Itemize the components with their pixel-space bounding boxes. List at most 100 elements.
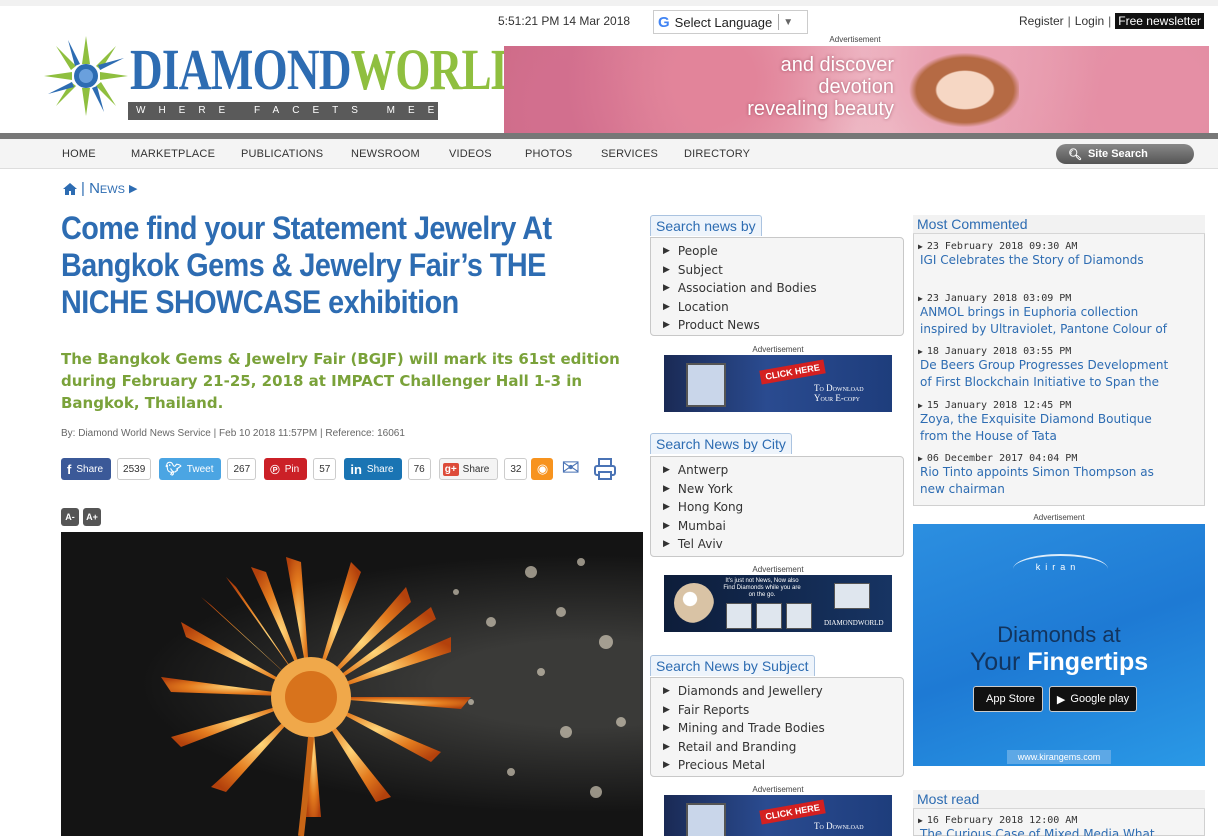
nav-directory[interactable]: Directory [684,148,750,160]
most-commented-link[interactable]: Zoya, the Exquisite Diamond Boutique fro… [918,411,1200,445]
logo-star-icon [44,36,128,116]
ecopy-ad-2[interactable]: CLICK HERE To Download [664,795,892,836]
city-mumbai[interactable]: ▶ Mumbai [663,517,903,536]
caret-right-icon: ▶ [663,686,670,696]
find-diamonds-ad[interactable]: It's just not News, Now also Find Diamon… [664,575,892,632]
ecopy-ad[interactable]: CLICK HERE To Download Your E-copy [664,355,892,412]
pinterest-share-button[interactable]: ℗ Pin [264,458,308,480]
ecopy-text: To Download [814,821,864,831]
ad-label: Advertisement [829,35,881,44]
most-commented-link[interactable]: ANMOL brings in Euphoria collection insp… [918,304,1200,338]
facebook-share-button[interactable]: f Share [61,458,112,480]
subject-precious-metal[interactable]: ▶ Precious Metal [663,756,903,775]
site-search-button[interactable]: 🔍︎ Site Search [1056,144,1194,164]
nav-home[interactable]: Home [62,148,96,160]
most-read-title: Most read [913,790,1205,809]
nav-publications[interactable]: Publications [241,148,323,160]
kiran-gems-ad[interactable]: kiran Diamonds at Your Fingertips App St… [913,524,1205,766]
register-link[interactable]: Register [1019,14,1064,28]
city-antwerp[interactable]: ▶ Antwerp [663,461,903,480]
logo-wordmark: DIAMONDWORLD [130,37,524,102]
ad-label: Advertisement [752,565,804,574]
caret-right-icon: ▶ [918,242,923,251]
account-links: Register | Login | Free newsletter [1019,13,1204,29]
banner-model-image [899,46,1019,134]
google-icon: G [658,13,670,31]
most-read-link[interactable]: The Curious Case of Mixed Media What... [918,826,1200,836]
search-by-product-news[interactable]: ▶ Product News [663,316,903,335]
most-commented-item[interactable]: ▶ 06 December 2017 04:04 PM Rio Tinto app… [918,453,1200,498]
nav-newsroom[interactable]: NewsRoom [351,148,420,160]
caret-right-icon: ▶ [128,183,138,195]
google-play-button[interactable]: ▶ Google play [1048,686,1138,712]
site-logo[interactable]: DIAMONDWORLD WHERE FACETS MEET [44,36,524,126]
search-icon: 🔍︎ [1068,148,1082,161]
search-by-association[interactable]: ▶ Association and Bodies [663,279,903,298]
most-commented-link[interactable]: Rio Tinto appoints Simon Thompson as new… [918,464,1200,498]
subject-retail-branding[interactable]: ▶ Retail and Branding [663,738,903,757]
article-hero-image [61,532,643,836]
font-decrease-button[interactable]: A- [61,508,79,526]
nav-services[interactable]: Services [601,148,658,160]
linkedin-share-button[interactable]: in Share [344,458,402,480]
nav-photos[interactable]: Photos [525,148,572,160]
twitter-share-count: 267 [227,458,257,480]
search-news-by-city-title: Search News by City [650,433,792,454]
caret-right-icon: ▶ [663,539,670,549]
ecopy-screen-image [686,363,726,407]
ad-label: Advertisement [752,345,804,354]
most-commented-link[interactable]: De Beers Group Progresses Development of… [918,357,1200,391]
rss-icon[interactable]: ◉ [531,458,554,480]
google-plus-share-button[interactable]: g+ Share [438,458,499,480]
home-icon[interactable] [63,182,77,195]
font-size-controls: A- A+ [61,508,101,526]
login-link[interactable]: Login [1075,14,1104,28]
banner-text: and discover devotion revealing beauty [747,54,894,120]
breadcrumb-news[interactable]: News [89,180,125,197]
article-standfirst: The Bangkok Gems & Jewelry Fair (BGJF) w… [61,350,620,412]
ecopy-text: To Download Your E-copy [814,383,864,403]
google-plus-icon: g+ [442,462,459,476]
most-commented-link[interactable]: IGI Celebrates the Story of Diamonds [918,252,1200,286]
twitter-share-button[interactable]: 🐦︎ Tweet [159,458,222,480]
linkedin-share-count: 76 [407,458,431,480]
email-icon[interactable]: ✉ [561,457,587,480]
most-read-item[interactable]: ▶ 16 February 2018 12:00 AM The Curious C… [918,815,1200,836]
caret-right-icon: ▶ [918,454,923,463]
chevron-down-icon: ▼ [783,16,794,28]
search-news-by-box: ▶ People ▶ Subject ▶ Association and Bodies… [650,237,904,336]
caret-right-icon: ▶ [918,401,923,410]
nav-marketplace[interactable]: Marketplace [131,148,215,160]
newsletter-link[interactable]: Free newsletter [1115,13,1204,29]
twitter-icon: 🐦︎ [165,461,182,476]
search-by-subject[interactable]: ▶ Subject [663,261,903,280]
font-increase-button[interactable]: A+ [83,508,101,526]
caret-right-icon: ▶ [663,320,670,330]
play-icon: ▶ [1056,693,1066,706]
search-news-by-city-box: ▶ Antwerp ▶ New York ▶ Hong Kong ▶ Mumbai ▶ T… [650,456,904,557]
caret-right-icon: ▶ [663,502,670,512]
search-by-people[interactable]: ▶ People [663,242,903,261]
city-tel-aviv[interactable]: ▶ Tel Aviv [663,535,903,554]
caret-right-icon: ▶ [663,741,670,752]
city-new-york[interactable]: ▶ New York [663,480,903,499]
top-banner-ad[interactable]: and discover devotion revealing beauty [504,46,1209,134]
diamond-in-hand-image [674,583,714,623]
search-by-location[interactable]: ▶ Location [663,298,903,317]
city-hong-kong[interactable]: ▶ Hong Kong [663,498,903,517]
subject-mining-trade-bodies[interactable]: ▶ Mining and Trade Bodies [663,719,903,738]
print-icon[interactable] [593,458,617,480]
caret-right-icon: ▶ [663,264,670,275]
chrysanthemum-brooch-image [161,557,626,836]
most-commented-item[interactable]: ▶ 18 January 2018 03:55 PM De Beers Group… [918,346,1200,391]
share-bar: f Share 2539 🐦︎ Tweet 267 ℗ Pin 57 in Share … [61,457,617,480]
app-store-button[interactable]: App Store [973,686,1043,712]
subject-diamonds-jewellery[interactable]: ▶ Diamonds and Jewellery [663,682,903,701]
language-select[interactable]: G Select Language ▼ [653,10,808,34]
kiran-logo: kiran [1035,562,1081,572]
most-commented-item[interactable]: ▶ 23 January 2018 03:09 PM ANMOL brings i… [918,293,1200,338]
subject-fair-reports[interactable]: ▶ Fair Reports [663,701,903,720]
nav-videos[interactable]: Videos [449,148,492,160]
most-commented-item[interactable]: ▶ 15 January 2018 12:45 PM Zoya, the Exqu… [918,400,1200,445]
most-commented-item[interactable]: ▶ 23 February 2018 09:30 AM IGI Celebrate… [918,241,1200,286]
